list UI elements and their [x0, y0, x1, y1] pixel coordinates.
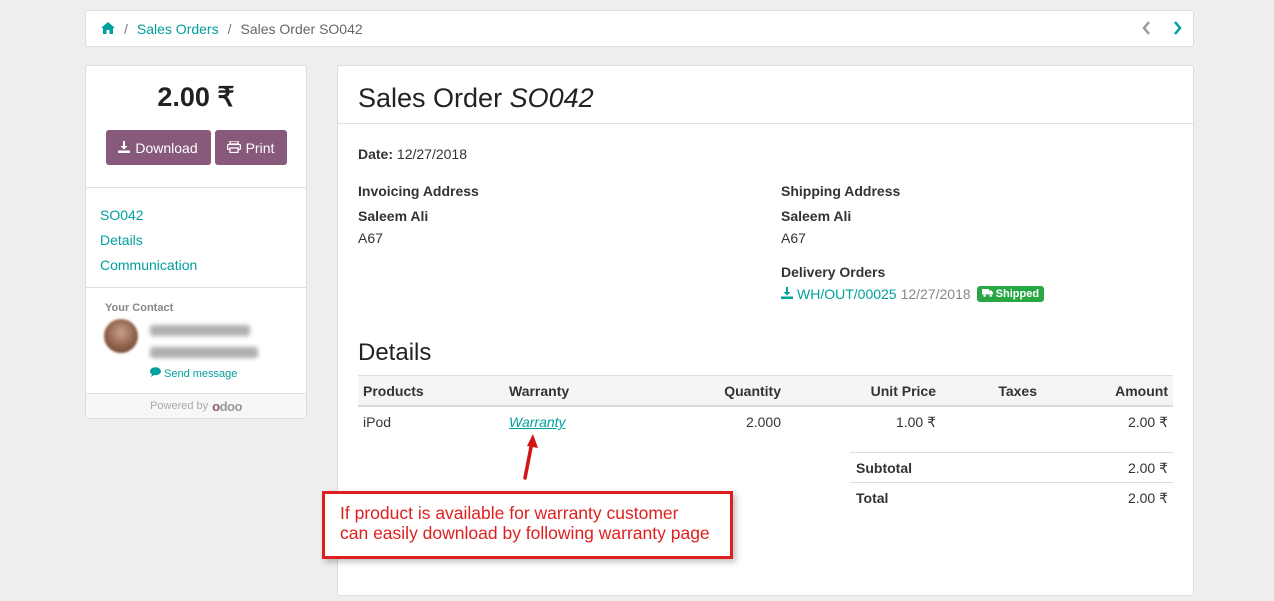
order-date: Date: 12/27/2018 [358, 146, 467, 162]
download-label: Download [135, 139, 198, 156]
page-title: Sales Order SO042 [358, 83, 594, 113]
order-totals: Subtotal 2.00 ₹ Total 2.00 ₹ [850, 452, 1173, 512]
total-label: Total [856, 490, 889, 506]
powered-by-footer: Powered by odoo [86, 393, 306, 418]
annotation-callout: If product is available for warranty cus… [322, 491, 733, 559]
invoicing-address-heading: Invoicing Address [358, 183, 479, 199]
delivery-orders-heading: Delivery Orders [781, 264, 886, 280]
delivery-orders: Delivery Orders WH/OUT/00025 12/27/2018 … [781, 264, 1045, 302]
contact-label: Your Contact [105, 302, 174, 314]
line-amount: 2.00 ₹ [1127, 414, 1168, 430]
breadcrumb-separator: / [124, 20, 128, 37]
sidebar-link-communication[interactable]: Communication [100, 253, 306, 278]
column-quantity: Quantity [724, 383, 781, 399]
shipping-name: Saleem Ali [781, 208, 852, 224]
status-badge: Shipped [976, 286, 1045, 302]
download-icon [118, 140, 131, 156]
odoo-logo[interactable]: odoo [212, 399, 242, 414]
breadcrumb-current: Sales Order SO042 [240, 20, 363, 37]
home-icon[interactable] [101, 21, 115, 37]
avatar [104, 319, 138, 353]
shipping-address-heading: Shipping Address [781, 183, 901, 199]
comment-icon [150, 367, 161, 380]
delivery-order-link[interactable]: WH/OUT/00025 [797, 286, 897, 302]
order-number: SO042 [509, 83, 594, 113]
delivery-date: 12/27/2018 [900, 286, 971, 302]
warranty-link[interactable]: Warranty [509, 414, 566, 430]
column-products: Products [363, 383, 424, 399]
subtotal-label: Subtotal [856, 460, 912, 476]
next-record-icon[interactable] [1173, 20, 1183, 36]
send-message-label: Send message [164, 367, 238, 380]
subtotal-value: 2.00 ₹ [1127, 460, 1168, 476]
shipping-address: Shipping Address Saleem Ali A67 [781, 179, 900, 247]
truck-icon [981, 288, 993, 300]
send-message-link[interactable]: Send message [150, 367, 237, 380]
column-unit-price: Unit Price [870, 383, 936, 399]
column-warranty: Warranty [509, 383, 570, 399]
breadcrumb: / Sales Orders / Sales Order SO042 [85, 10, 1194, 47]
details-heading: Details [358, 339, 432, 366]
sidebar-link-so042[interactable]: SO042 [100, 203, 306, 228]
invoicing-street: A67 [358, 230, 383, 246]
status-label: Shipped [995, 288, 1040, 300]
print-icon [226, 139, 241, 156]
callout-line-1: If product is available for warranty cus… [340, 503, 679, 523]
line-product: iPod [363, 414, 392, 430]
shipping-street: A67 [781, 230, 806, 246]
total-value: 2.00 ₹ [1127, 490, 1168, 506]
line-quantity: 2.000 [745, 414, 781, 430]
contact-phone-redacted [150, 347, 258, 358]
print-label: Print [245, 139, 275, 156]
sidebar-nav: SO042 Details Communication [86, 188, 306, 288]
previous-record-icon[interactable] [1141, 20, 1151, 36]
annotation-arrow [523, 434, 538, 480]
breadcrumb-sales-orders[interactable]: Sales Orders [137, 21, 219, 37]
download-icon[interactable] [781, 286, 793, 302]
print-button[interactable]: Print [214, 130, 287, 165]
download-button[interactable]: Download [105, 130, 211, 165]
date-label: Date: [358, 146, 394, 162]
column-amount: Amount [1115, 383, 1168, 399]
line-unit-price: 1.00 ₹ [895, 414, 936, 430]
invoicing-name: Saleem Ali [358, 208, 429, 224]
order-total-amount: 2.00 ₹ [157, 82, 235, 112]
contact-name-redacted [150, 325, 250, 336]
date-value: 12/27/2018 [396, 146, 467, 162]
invoicing-address: Invoicing Address Saleem Ali A67 [358, 179, 479, 247]
column-taxes: Taxes [998, 383, 1037, 399]
powered-by-label: Powered by [150, 400, 209, 412]
table-row: iPod Warranty 2.000 1.00 ₹ 2.00 ₹ [358, 407, 1173, 439]
callout-line-2: can easily download by following warrant… [340, 523, 710, 543]
contact-card: Your Contact Send message [86, 288, 306, 395]
sidebar-link-details[interactable]: Details [100, 228, 306, 253]
breadcrumb-separator: / [227, 20, 232, 37]
order-lines-header: Products Warranty Quantity Unit Price Ta… [358, 375, 1173, 407]
order-sidebar: 2.00 ₹ Download Print SO042 Details Comm… [85, 65, 307, 419]
